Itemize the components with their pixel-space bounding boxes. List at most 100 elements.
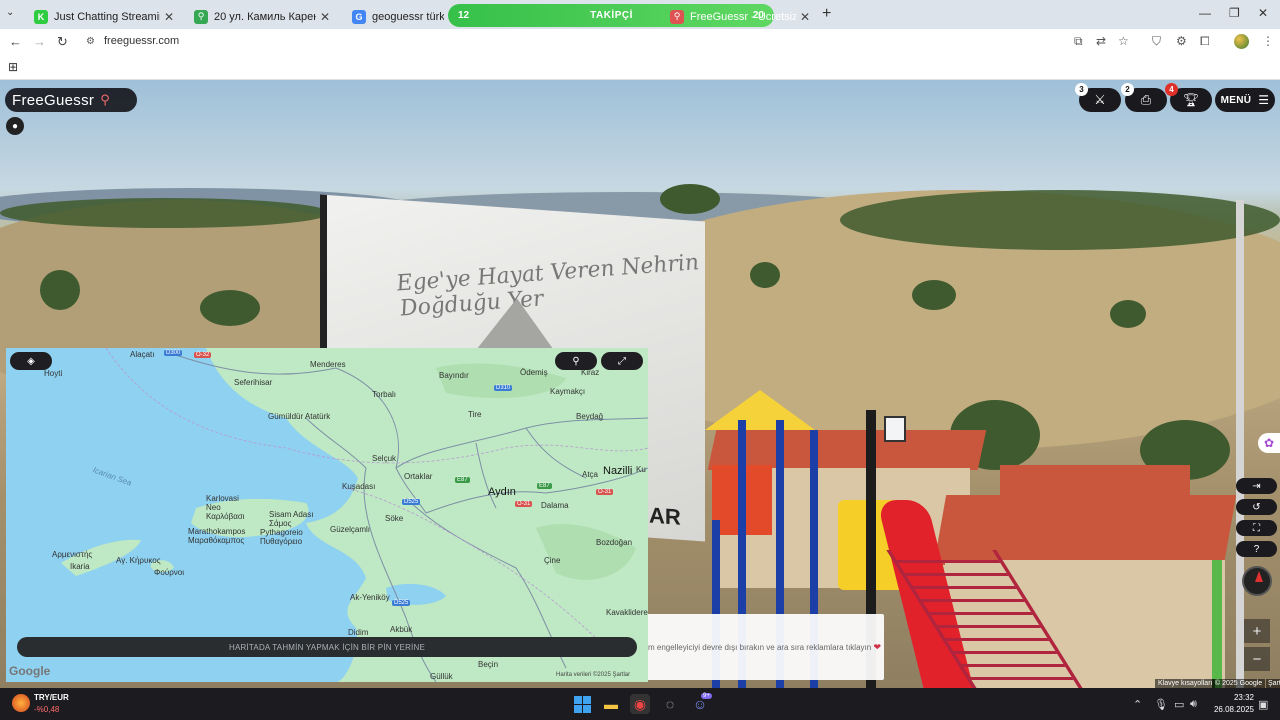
freeguessr-logo[interactable]: FreeGuessr ⚲ bbox=[5, 88, 137, 112]
map-label-akbuk: Akbük bbox=[390, 625, 413, 634]
tree bbox=[40, 270, 80, 310]
map-label-karlovasi: Karlovasi Neo Καρλόβασι bbox=[206, 494, 245, 521]
map-label-beydag: Beydağ bbox=[576, 412, 604, 421]
crossed-swords-icon: ⚔ bbox=[1094, 92, 1106, 107]
bookmark-star-icon[interactable]: ☆ bbox=[1118, 34, 1129, 48]
translate-icon[interactable]: ⇄ bbox=[1096, 34, 1106, 48]
collapse-map-button[interactable]: ⇥ bbox=[1236, 478, 1277, 494]
road-shield-d525: D525 bbox=[392, 600, 411, 606]
cast-icon[interactable]: ⧉ bbox=[1074, 34, 1083, 49]
network-icon[interactable]: ▭ bbox=[1174, 698, 1184, 711]
minimize-icon[interactable]: — bbox=[1199, 6, 1211, 20]
house-roof bbox=[1000, 465, 1190, 495]
pin-map-button[interactable]: ⚲ bbox=[555, 352, 597, 370]
maps-pin-icon: ⚲ bbox=[194, 9, 208, 24]
start-button[interactable] bbox=[572, 694, 592, 714]
map-attribution[interactable]: Harita verileri ©2025 Şartlar bbox=[556, 672, 630, 678]
heart-icon: ❤ bbox=[873, 642, 881, 652]
map-label-selcuk: Selçuk bbox=[372, 454, 397, 463]
road-shield-o31: O-31 bbox=[596, 489, 614, 495]
windows-taskbar: TRY/EUR -%0,48 ▬ ◉ ◌ ☺ 9+ ⌃ 🎙︎ ▭ 🔊︎ 23:3… bbox=[0, 688, 1280, 720]
more-menu-icon[interactable]: ⋮ bbox=[1262, 34, 1274, 48]
site-info-icon[interactable]: ⚙ bbox=[86, 36, 95, 47]
tree bbox=[200, 290, 260, 326]
print-count-badge: 2 bbox=[1121, 83, 1134, 96]
browser-toolbar: ← → ↻ ⚙ freeguessr.com ⧉ ⇄ ☆ ⛉ ⚙ ⧠ ⋮ bbox=[0, 29, 1280, 55]
question-icon: ? bbox=[1253, 543, 1260, 555]
pin-icon: ⚲ bbox=[572, 355, 580, 367]
guess-button[interactable]: HARİTADA TAHMİN YAPMAK İÇİN BİR PİN YERİ… bbox=[17, 637, 637, 657]
bookmarks-bar: ⊞ bbox=[0, 55, 1280, 80]
apps-grid-icon[interactable]: ⊞ bbox=[8, 60, 18, 74]
extension-settings-icon[interactable]: ⚙ bbox=[1176, 34, 1187, 48]
clock-date[interactable]: 26.08.2025 bbox=[1202, 705, 1254, 714]
compass-icon[interactable] bbox=[1242, 566, 1272, 596]
reload-icon[interactable]: ↻ bbox=[57, 34, 68, 50]
logo-pin-icon: ⚲ bbox=[100, 92, 111, 107]
guess-map[interactable]: Alaçatı Menderes Bayındır Ödemiş Kiraz H… bbox=[6, 348, 648, 682]
microphone-icon[interactable]: 🎙︎ bbox=[1154, 698, 1168, 711]
assistant-bubble-icon[interactable]: ✿ bbox=[1258, 433, 1280, 453]
tab-title: Just Chatting Streaming - Live S bbox=[54, 10, 160, 23]
map-label-agkirikos: Αγ. Κήρυκος bbox=[116, 556, 161, 565]
clock-time[interactable]: 23:32 bbox=[1212, 693, 1254, 702]
obs-icon[interactable]: ◌ bbox=[660, 694, 680, 714]
duel-count-badge: 3 bbox=[1075, 83, 1088, 96]
profile-avatar[interactable] bbox=[1234, 34, 1249, 49]
user-account-icon[interactable]: ● bbox=[6, 117, 24, 135]
sign-letters: AR bbox=[649, 502, 681, 530]
restore-icon[interactable]: ❐ bbox=[1229, 6, 1240, 20]
notification-icon[interactable]: ▣ bbox=[1258, 698, 1268, 711]
close-window-icon[interactable]: ✕ bbox=[1258, 6, 1268, 20]
back-arrow-icon[interactable]: ← bbox=[9, 34, 22, 49]
map-layers-button[interactable]: ◈ bbox=[10, 352, 52, 370]
expand-map-button[interactable]: ⤢ bbox=[601, 352, 643, 370]
close-tab-icon[interactable]: ✕ bbox=[164, 10, 174, 24]
new-tab-plus-icon[interactable]: + bbox=[822, 5, 831, 23]
close-tab-icon[interactable]: ✕ bbox=[800, 10, 810, 24]
map-label-ikaria: Ikaria bbox=[70, 562, 90, 571]
ad-notice-banner: m engelleyiciyi devre dışı bırakın ve ar… bbox=[640, 614, 884, 680]
map-label-kavaklidere: Kavaklidere bbox=[606, 608, 648, 617]
extensions-puzzle-icon[interactable]: ⧠ bbox=[1200, 34, 1210, 49]
tab-title: geoguessr türkiye benzeri bbox=[372, 10, 444, 23]
road-shield-e87: E87 bbox=[455, 477, 470, 483]
playground-pole bbox=[1212, 560, 1222, 688]
google-logo: Google bbox=[9, 664, 51, 678]
map-label-akyenikoy: Ak-Yeniköy bbox=[350, 593, 390, 602]
map-label-menderes: Menderes bbox=[310, 360, 346, 369]
tab-google-search[interactable]: G geoguessr türkiye benzeri bbox=[344, 4, 452, 29]
terms-link[interactable]: Şart bbox=[1266, 679, 1280, 688]
tree-line bbox=[840, 190, 1280, 250]
copyright-text: © 2025 Google bbox=[1212, 679, 1266, 688]
close-tab-icon[interactable]: ✕ bbox=[320, 10, 330, 24]
address-bar[interactable]: freeguessr.com bbox=[104, 35, 179, 47]
help-button[interactable]: ? bbox=[1236, 541, 1277, 557]
tab-google-maps[interactable]: ⚲ 20 ул. Камиль Карена - Google ✕ bbox=[186, 4, 338, 29]
forward-arrow-icon[interactable]: → bbox=[33, 34, 46, 49]
browser-tab-strip: ⌄ K Just Chatting Streaming - Live S ✕ ⚲… bbox=[0, 0, 1280, 29]
tab-search-chevron-icon[interactable]: ⌄ bbox=[6, 7, 14, 18]
tray-chevron-icon[interactable]: ⌃ bbox=[1133, 698, 1142, 711]
logo-text: FreeGuessr bbox=[12, 91, 95, 109]
zoom-out-button[interactable]: − bbox=[1244, 647, 1270, 671]
tab-just-chatting[interactable]: K Just Chatting Streaming - Live S ✕ bbox=[26, 4, 182, 29]
currency-ticker-icon[interactable] bbox=[12, 694, 30, 712]
return-to-start-button[interactable]: ↺ bbox=[1236, 499, 1277, 515]
discord-badge: 9+ bbox=[701, 693, 712, 699]
keyboard-shortcuts-link[interactable]: Klavye kısayolları bbox=[1155, 679, 1216, 688]
shield-icon[interactable]: ⛉ bbox=[1152, 34, 1161, 49]
fullscreen-icon: ⛶ bbox=[1253, 522, 1260, 534]
road-shield-o31: O-31 bbox=[515, 501, 533, 507]
volume-icon[interactable]: 🔊︎ bbox=[1190, 698, 1197, 711]
file-explorer-icon[interactable]: ▬ bbox=[601, 694, 621, 714]
chrome-icon[interactable]: ◉ bbox=[630, 694, 650, 714]
map-label-atca: Atça bbox=[582, 470, 599, 479]
zoom-in-button[interactable]: + bbox=[1244, 619, 1270, 643]
map-label-bozdogan: Bozdoğan bbox=[596, 538, 633, 547]
tab-freeguessr[interactable]: ⚲ FreeGuessr - Ücretsiz GeoGue ✕ bbox=[662, 4, 818, 29]
menu-button[interactable]: MENÜ ☰ bbox=[1215, 88, 1275, 112]
windows-logo-icon bbox=[573, 695, 591, 713]
map-label-kuyucak: Ku bbox=[636, 465, 646, 474]
fullscreen-button[interactable]: ⛶ bbox=[1236, 520, 1277, 536]
